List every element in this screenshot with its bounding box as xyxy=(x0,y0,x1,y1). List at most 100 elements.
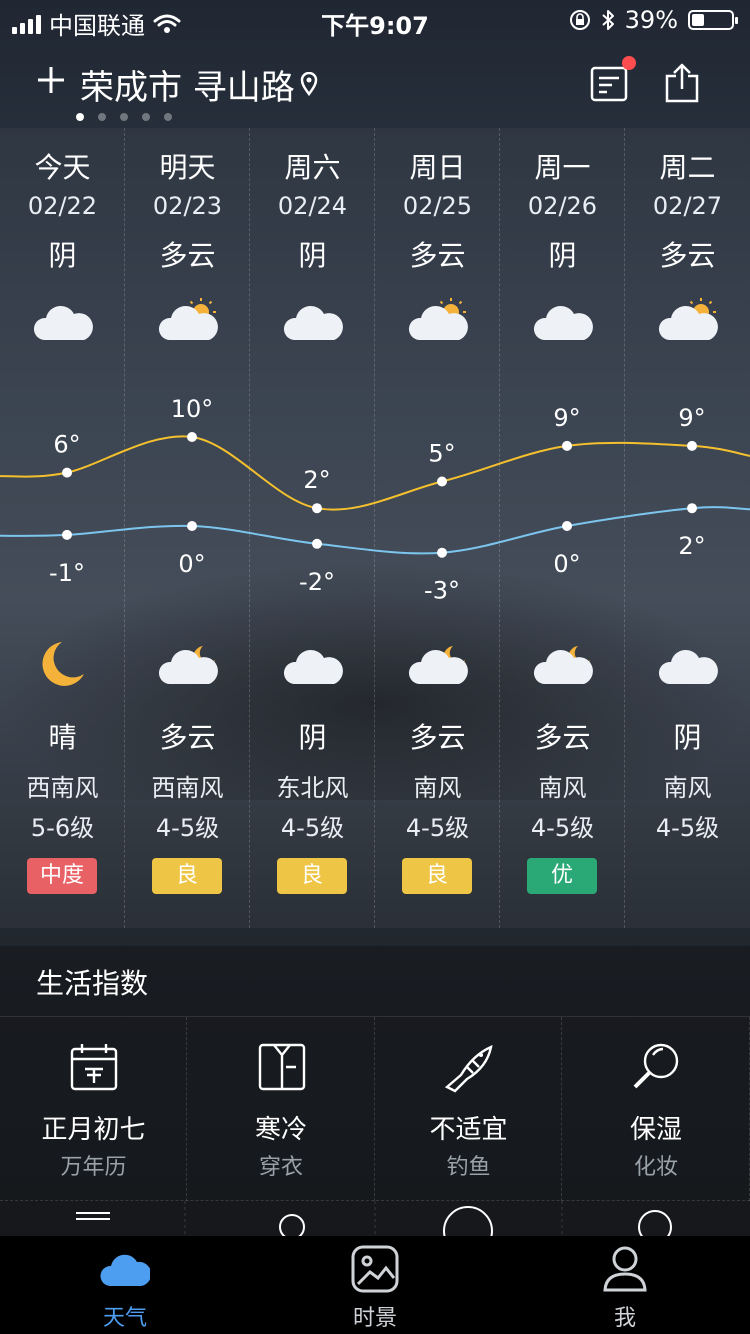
forecast-day-label: 周六 xyxy=(284,151,341,184)
forecast-wind-direction: 南风 xyxy=(663,774,712,802)
forecast-day-column[interactable]: 今天 02/22 阴晴西南风 5-6级中度 xyxy=(0,128,125,928)
forecast-day-label: 明天 xyxy=(159,151,216,184)
forecast-night-condition: 多云 xyxy=(159,721,216,754)
header: 荣成市 寻山路 xyxy=(0,56,750,116)
forecast-wind-level: 4-5级 xyxy=(405,814,470,842)
forecast-date: 02/23 xyxy=(152,192,223,220)
forecast-day-column[interactable]: 周日 02/25 多云 多云 南风 4-5级良 xyxy=(375,128,500,928)
life-index-section: 生活指数 正月初七 万年历 寒冷 穿衣 不适宜 钓鱼 保湿 化妆 xyxy=(0,946,750,1237)
forecast-wind-level: 4-5级 xyxy=(530,814,595,842)
forecast-wind-direction: 东北风 xyxy=(276,774,349,802)
news-button[interactable] xyxy=(590,56,636,106)
forecast-day-condition: 多云 xyxy=(659,239,716,272)
forecast-wind-level: 4-5级 xyxy=(155,814,220,842)
life-index-value: 保湿 xyxy=(629,1115,682,1145)
cloud-icon xyxy=(32,296,94,344)
share-button[interactable] xyxy=(664,62,700,108)
tab-weather[interactable]: 天气 xyxy=(0,1236,250,1334)
forecast-day-label: 周日 xyxy=(409,151,466,184)
person-icon xyxy=(600,1244,650,1294)
page-dot[interactable] xyxy=(164,113,172,121)
rotation-lock-icon xyxy=(569,10,590,30)
forecast-night-condition: 阴 xyxy=(673,721,702,754)
cloud-icon xyxy=(532,296,594,344)
news-icon xyxy=(590,66,628,102)
tab-label: 时景 xyxy=(352,1306,397,1331)
location-title[interactable]: 荣成市 寻山路 xyxy=(80,60,295,109)
forecast-day-label: 今天 xyxy=(34,151,91,184)
forecast-wind-level: 4-5级 xyxy=(280,814,345,842)
tab-bar: 天气 时景 我 xyxy=(0,1236,750,1334)
page-dot[interactable] xyxy=(98,113,106,121)
cloud-moon-icon xyxy=(532,640,594,688)
forecast-day-label: 周一 xyxy=(534,151,591,184)
life-index-label: 钓鱼 xyxy=(446,1155,491,1180)
forecast-wind-level: 5-6级 xyxy=(30,814,95,842)
forecast-date: 02/27 xyxy=(652,192,723,220)
forecast-date: 02/25 xyxy=(402,192,473,220)
partly-sunny-icon xyxy=(157,296,219,344)
plus-icon[interactable] xyxy=(36,62,66,102)
partly-sunny-icon xyxy=(657,296,719,344)
forecast-date: 02/22 xyxy=(27,192,98,220)
forecast-wind-direction: 西南风 xyxy=(26,774,99,802)
forecast-wind-direction: 南风 xyxy=(413,774,462,802)
life-index-item[interactable]: 正月初七 万年历 xyxy=(0,1017,187,1201)
life-index-value: 正月初七 xyxy=(41,1115,146,1145)
cloud-icon xyxy=(657,640,719,688)
life-index-item[interactable]: 寒冷 穿衣 xyxy=(188,1017,375,1201)
calendar-icon xyxy=(68,1041,120,1093)
life-index-item[interactable]: 保湿 化妆 xyxy=(563,1017,750,1201)
battery-percent: 39% xyxy=(624,6,678,34)
forecast-wind-level: 4-5级 xyxy=(655,814,720,842)
forecast-panel: 今天 02/22 阴晴西南风 5-6级 中度 明天 02/23 多云 多云 西南风 4-5级良周六 0… xyxy=(0,128,750,928)
page-dot[interactable] xyxy=(142,113,150,121)
life-index-title: 生活指数 xyxy=(36,967,149,1000)
life-index-value: 不适宜 xyxy=(429,1115,508,1145)
life-index-value: 寒冷 xyxy=(254,1115,307,1145)
forecast-night-condition: 多云 xyxy=(534,721,591,754)
forecast-day-label: 周二 xyxy=(659,151,716,184)
weather-cloud-icon xyxy=(100,1244,152,1294)
page-dot[interactable] xyxy=(120,113,128,121)
forecast-night-condition: 阴 xyxy=(298,721,327,754)
tab-scenes[interactable]: 时景 xyxy=(250,1236,500,1334)
shirt-icon xyxy=(256,1041,308,1093)
share-icon xyxy=(665,63,699,103)
tab-me[interactable]: 我 xyxy=(500,1236,750,1334)
life-index-label: 穿衣 xyxy=(258,1155,303,1180)
forecast-day-column[interactable]: 明天 02/23 多云 多云 西南风 4-5级良 xyxy=(125,128,250,928)
bluetooth-icon xyxy=(601,10,614,30)
forecast-date: 02/26 xyxy=(527,192,598,220)
life-index-item[interactable]: 不适宜 钓鱼 xyxy=(375,1017,562,1201)
page-indicator[interactable] xyxy=(76,113,172,121)
forecast-day-condition: 阴 xyxy=(548,239,577,272)
cloud-moon-icon xyxy=(157,640,219,688)
forecast-day-column[interactable]: 周二 02/27 多云阴南风 4-5级 xyxy=(625,128,750,928)
cloud-icon xyxy=(282,640,344,688)
forecast-day-condition: 多云 xyxy=(409,239,466,272)
forecast-night-condition: 多云 xyxy=(409,721,466,754)
aqi-badge[interactable]: 良 xyxy=(402,858,472,894)
forecast-day-condition: 阴 xyxy=(298,239,327,272)
aqi-badge[interactable]: 良 xyxy=(152,858,222,894)
life-index-label: 化妆 xyxy=(633,1155,678,1180)
battery-icon xyxy=(688,10,738,30)
forecast-wind-direction: 西南风 xyxy=(151,774,224,802)
life-index-label: 万年历 xyxy=(60,1155,127,1180)
forecast-day-column[interactable]: 周六 02/24 阴阴东北风 4-5级良 xyxy=(250,128,375,928)
forecast-night-condition: 晴 xyxy=(48,721,77,754)
aqi-badge[interactable]: 中度 xyxy=(27,858,97,894)
forecast-day-condition: 阴 xyxy=(48,239,77,272)
life-index-grid: 正月初七 万年历 寒冷 穿衣 不适宜 钓鱼 保湿 化妆 xyxy=(0,1016,750,1201)
tab-label: 我 xyxy=(613,1306,636,1331)
moon-icon xyxy=(32,640,94,688)
fish-icon xyxy=(443,1041,495,1093)
life-index-row-2 xyxy=(0,1200,750,1237)
aqi-badge[interactable]: 优 xyxy=(527,858,597,894)
battery-level xyxy=(692,14,705,26)
page-dot[interactable] xyxy=(76,113,84,121)
photo-icon xyxy=(350,1244,400,1294)
aqi-badge[interactable]: 良 xyxy=(277,858,347,894)
forecast-day-column[interactable]: 周一 02/26 阴多云 南风 4-5级优 xyxy=(500,128,625,928)
